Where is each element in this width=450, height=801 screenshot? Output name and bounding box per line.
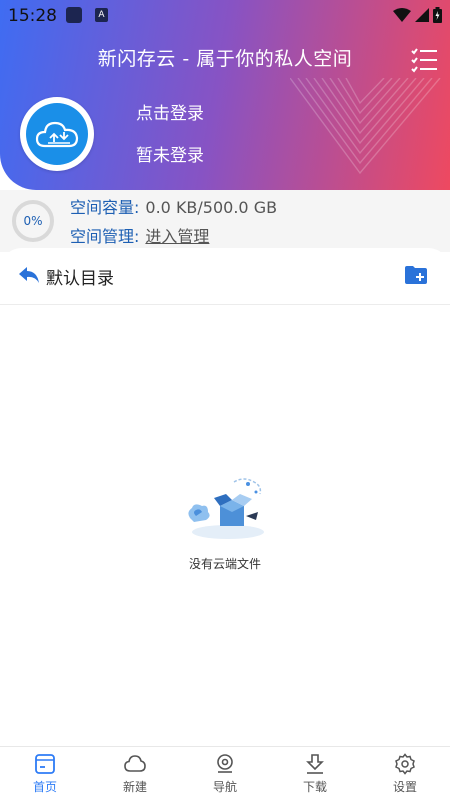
navigation-icon: [217, 754, 233, 773]
manage-row: 空间管理: 进入管理: [70, 223, 209, 247]
bottom-navigation: 首页 新建 导航 下载 设置: [0, 746, 450, 801]
checklist-menu-icon[interactable]: [410, 47, 438, 73]
back-arrow-icon[interactable]: [18, 266, 40, 284]
download-icon: [306, 754, 324, 774]
capacity-value: 0.0 KB/500.0 GB: [145, 198, 278, 217]
status-time: 15:28: [8, 6, 57, 26]
directory-bar: 默认目录: [0, 248, 450, 305]
directory-name: 默认目录: [46, 269, 114, 289]
signal-icon: [415, 8, 429, 22]
nav-label: 新建: [122, 780, 147, 794]
battery-icon: [433, 7, 442, 23]
decorative-lines: [290, 78, 441, 175]
empty-cloud-illustration: [188, 478, 264, 539]
nav-item-home[interactable]: 首页: [0, 747, 90, 801]
cloud-icon: [124, 755, 146, 772]
new-folder-icon[interactable]: [404, 265, 428, 285]
home-icon: [35, 754, 55, 774]
login-status: 暂未登录: [136, 146, 204, 166]
nav-label: 导航: [212, 780, 237, 794]
status-bar: 15:28 A: [0, 0, 450, 32]
nav-item-navigation[interactable]: 导航: [180, 747, 270, 801]
usage-percent: 0%: [23, 214, 43, 228]
app-title: 新闪存云 - 属于你的私人空间: [97, 48, 353, 70]
cloud-logo-icon: [35, 121, 79, 148]
a-badge-icon: A: [95, 8, 108, 22]
nav-label: 设置: [392, 780, 417, 794]
notification-icon: [66, 7, 82, 23]
nav-item-download[interactable]: 下载: [270, 747, 360, 801]
storage-panel: 0% 空间容量: 0.0 KB/500.0 GB 空间管理: 进入管理: [0, 190, 450, 252]
capacity-label: 空间容量:: [70, 198, 140, 217]
header: 15:28 A 新闪存云 - 属于你的私人空间 点击登录 暂未登录: [0, 0, 450, 190]
wifi-icon: [393, 8, 411, 22]
capacity-row: 空间容量: 0.0 KB/500.0 GB: [70, 194, 277, 218]
empty-state-text: 没有云端文件: [188, 557, 261, 571]
manage-label: 空间管理:: [70, 227, 140, 246]
nav-label: 首页: [32, 780, 57, 794]
nav-item-new[interactable]: 新建: [90, 747, 180, 801]
avatar[interactable]: [20, 97, 94, 171]
nav-label: 下载: [302, 780, 327, 794]
manage-link[interactable]: 进入管理: [145, 227, 209, 246]
nav-item-settings[interactable]: 设置: [360, 747, 450, 801]
login-button[interactable]: 点击登录: [136, 99, 204, 124]
settings-icon: [395, 753, 415, 775]
